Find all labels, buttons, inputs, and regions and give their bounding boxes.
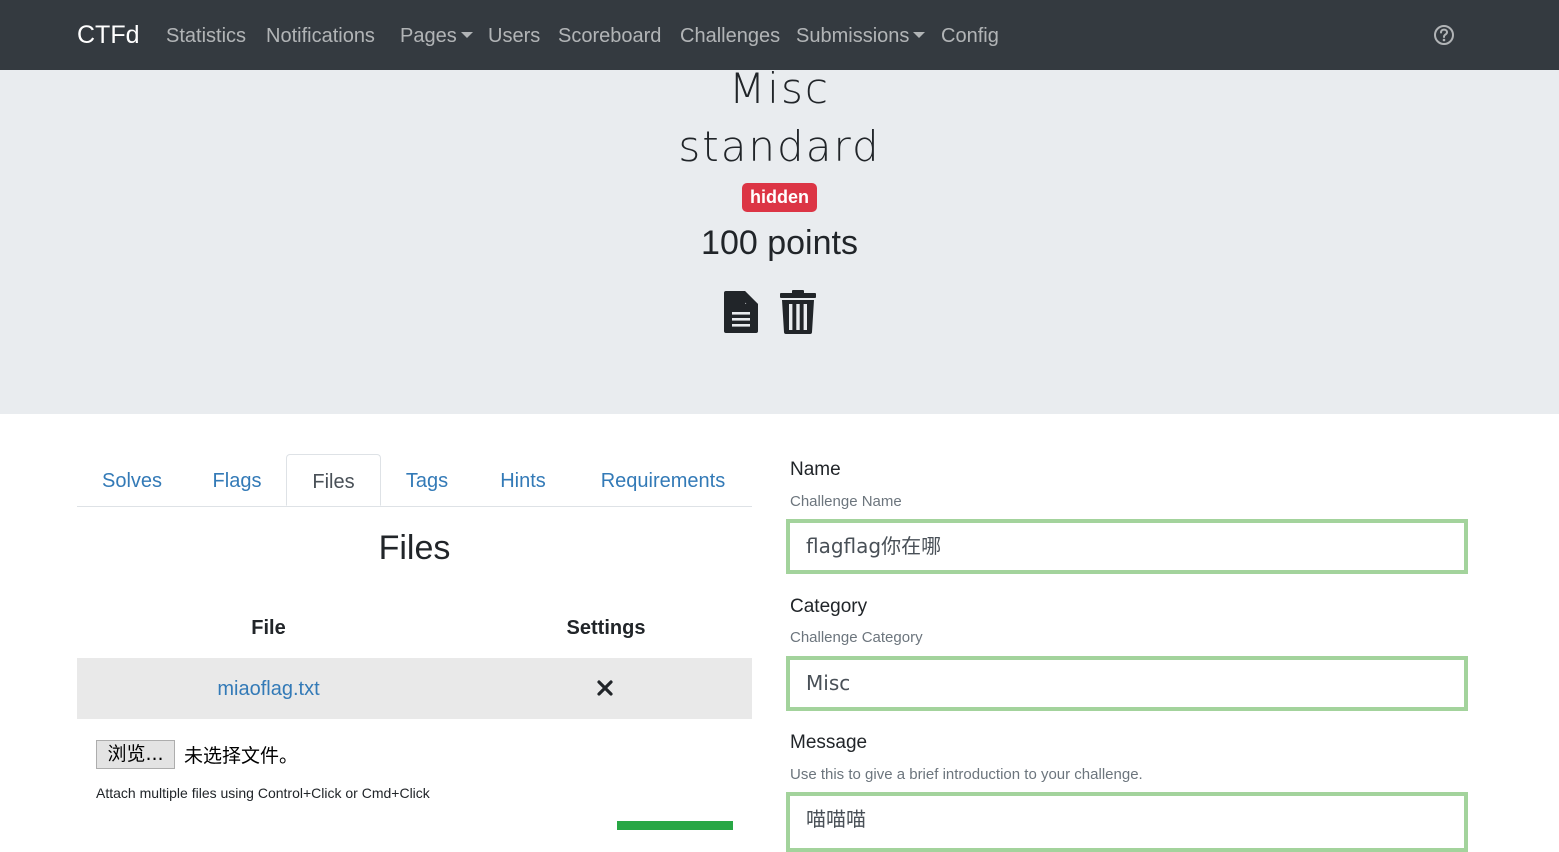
challenge-category-input[interactable]: Misc (786, 656, 1468, 711)
tab-hints[interactable]: Hints (473, 454, 573, 506)
badge-container: hidden (0, 183, 1559, 212)
nav-users[interactable]: Users (488, 24, 540, 48)
message-help-text: Use this to give a brief introduction to… (790, 766, 1143, 783)
column-header-settings: Settings (566, 617, 646, 639)
nav-notifications[interactable]: Notifications (266, 24, 375, 48)
challenge-points: 100 points (701, 224, 858, 262)
challenge-header: Misc standard hidden 100 points (0, 64, 1559, 414)
no-file-selected-text: 未选择文件。 (184, 745, 299, 767)
nav-challenges[interactable]: Challenges (680, 24, 780, 48)
browse-button[interactable]: 浏览... (96, 740, 175, 769)
upload-button[interactable] (617, 821, 733, 830)
challenge-name-heading: Misc (729, 64, 830, 113)
file-link[interactable]: miaoflag.txt (77, 677, 460, 701)
nav-scoreboard[interactable]: Scoreboard (558, 24, 661, 48)
nav-pages-dropdown[interactable]: Pages (400, 24, 473, 48)
category-label: Category (790, 596, 868, 617)
nav-submissions-label: Submissions (796, 25, 910, 47)
nav-submissions-dropdown[interactable]: Submissions (796, 24, 926, 48)
tab-tags[interactable]: Tags (381, 454, 473, 506)
caret-down-icon (460, 31, 473, 38)
hidden-status-badge: hidden (742, 183, 817, 212)
trash-icon[interactable] (778, 290, 818, 334)
files-heading: Files (378, 529, 451, 567)
nav-pages-label: Pages (400, 25, 457, 47)
tab-solves[interactable]: Solves (77, 454, 187, 506)
name-help-text: Challenge Name (790, 493, 902, 510)
caret-down-icon (913, 31, 926, 38)
challenge-name-input[interactable]: flagflag你在哪 (786, 519, 1468, 574)
tab-requirements[interactable]: Requirements (573, 454, 753, 506)
upload-help-text: Attach multiple files using Control+Clic… (96, 785, 430, 801)
tab-flags[interactable]: Flags (187, 454, 287, 506)
message-label: Message (790, 732, 868, 753)
challenge-type-heading: standard (678, 122, 881, 171)
nav-statistics[interactable]: Statistics (166, 24, 246, 48)
name-label: Name (790, 459, 841, 480)
brand-logo[interactable]: CTFd (77, 20, 140, 50)
file-text-icon[interactable] (724, 291, 758, 333)
question-circle-icon[interactable] (1433, 24, 1455, 46)
tab-files[interactable]: Files (286, 454, 381, 506)
top-navbar: CTFd Statistics Notifications Pages User… (0, 0, 1559, 70)
close-icon[interactable] (597, 680, 613, 696)
challenge-message-textarea[interactable]: 喵喵喵 (786, 792, 1468, 852)
column-header-file: File (251, 617, 286, 639)
category-help-text: Challenge Category (790, 629, 923, 646)
challenge-tabs: Solves Flags Files Tags Hints Requiremen… (77, 454, 752, 507)
table-row: miaoflag.txt (77, 658, 752, 719)
nav-config[interactable]: Config (941, 24, 999, 48)
